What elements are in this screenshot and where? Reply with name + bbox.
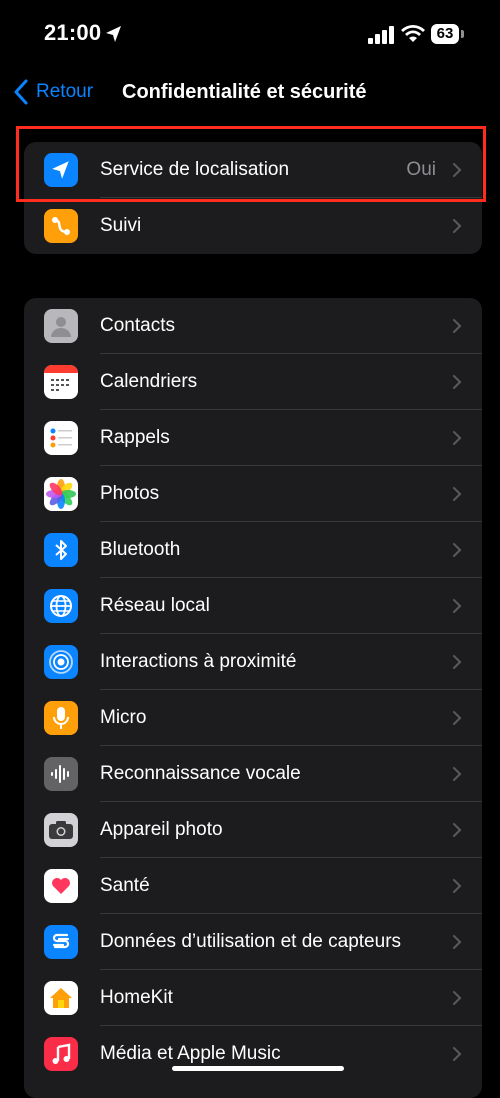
chevron-right-icon (453, 375, 462, 389)
privacy-group-apps: Contacts Calendriers Rappels Photos Blue… (24, 298, 482, 1098)
row-label: Appareil photo (100, 819, 223, 840)
sensor-data-icon (44, 925, 78, 959)
row-label: Réseau local (100, 595, 210, 616)
chevron-left-icon (14, 79, 28, 105)
chevron-right-icon (453, 319, 462, 333)
row-local-network[interactable]: Réseau local (24, 578, 482, 634)
reminders-icon (44, 421, 78, 455)
tracking-icon (44, 209, 78, 243)
music-icon (44, 1037, 78, 1071)
row-label: Reconnaissance vocale (100, 763, 301, 784)
chevron-right-icon (453, 431, 462, 445)
chevron-right-icon (453, 543, 462, 557)
waveform-icon (44, 757, 78, 791)
row-label: Santé (100, 875, 150, 896)
row-label: Photos (100, 483, 160, 504)
row-label: Interactions à proximité (100, 651, 297, 672)
chevron-right-icon (453, 767, 462, 781)
row-label: Bluetooth (100, 539, 181, 560)
bluetooth-icon (44, 533, 78, 567)
chevron-right-icon (453, 219, 462, 233)
row-speech-recognition[interactable]: Reconnaissance vocale (24, 746, 482, 802)
wifi-icon (401, 25, 425, 42)
chevron-right-icon (453, 823, 462, 837)
row-value: Oui (406, 159, 436, 180)
row-bluetooth[interactable]: Bluetooth (24, 522, 482, 578)
row-label: Données d’utilisation et de capteurs (100, 931, 402, 952)
battery-indicator: 63 (431, 24, 465, 44)
photos-icon (44, 477, 78, 511)
row-microphone[interactable]: Micro (24, 690, 482, 746)
home-icon (44, 981, 78, 1015)
row-health[interactable]: Santé (24, 858, 482, 914)
row-sensor-usage-data[interactable]: Données d’utilisation et de capteurs (24, 914, 482, 970)
page-title: Confidentialité et sécurité (122, 81, 367, 103)
chevron-right-icon (453, 487, 462, 501)
row-contacts[interactable]: Contacts (24, 298, 482, 354)
calendar-icon (44, 365, 78, 399)
screen: 21:00 63 Retour Confidentialité et sécur… (0, 0, 500, 1098)
nearby-icon (44, 645, 78, 679)
row-label: Suivi (100, 215, 142, 236)
row-nearby-interactions[interactable]: Interactions à proximité (24, 634, 482, 690)
row-tracking[interactable]: Suivi (24, 198, 482, 254)
navigation-bar: Retour Confidentialité et sécurité (0, 72, 500, 112)
cellular-signal-icon (368, 26, 394, 44)
row-location-services[interactable]: Service de localisation Oui (24, 142, 482, 198)
chevron-right-icon (453, 163, 462, 177)
row-label: HomeKit (100, 987, 173, 1008)
row-calendars[interactable]: Calendriers (24, 354, 482, 410)
location-arrow-icon (44, 153, 78, 187)
globe-icon (44, 589, 78, 623)
row-label: Rappels (100, 427, 170, 448)
battery-nub (461, 30, 464, 38)
row-camera[interactable]: Appareil photo (24, 802, 482, 858)
privacy-group-main: Service de localisation Oui Suivi (24, 142, 482, 254)
row-label: Micro (100, 707, 147, 728)
chevron-right-icon (453, 879, 462, 893)
chevron-right-icon (453, 599, 462, 613)
row-label: Service de localisation (100, 159, 290, 180)
row-reminders[interactable]: Rappels (24, 410, 482, 466)
battery-level: 63 (431, 24, 459, 44)
chevron-right-icon (453, 655, 462, 669)
row-label: Contacts (100, 315, 175, 336)
chevron-right-icon (453, 991, 462, 1005)
row-label: Média et Apple Music (100, 1043, 281, 1064)
camera-icon (44, 813, 78, 847)
status-bar: 21:00 63 (0, 18, 500, 52)
status-time: 21:00 (44, 20, 102, 45)
row-media-apple-music[interactable]: Média et Apple Music (24, 1026, 482, 1082)
chevron-right-icon (453, 711, 462, 725)
chevron-right-icon (453, 935, 462, 949)
row-label: Calendriers (100, 371, 198, 392)
back-button[interactable]: Retour (12, 78, 93, 106)
microphone-icon (44, 701, 78, 735)
row-photos[interactable]: Photos (24, 466, 482, 522)
row-homekit[interactable]: HomeKit (24, 970, 482, 1026)
chevron-right-icon (453, 1047, 462, 1061)
back-label: Retour (36, 81, 94, 102)
location-arrow-icon (106, 26, 121, 42)
contacts-icon (44, 309, 78, 343)
health-heart-icon (44, 869, 78, 903)
home-indicator[interactable] (172, 1066, 344, 1071)
